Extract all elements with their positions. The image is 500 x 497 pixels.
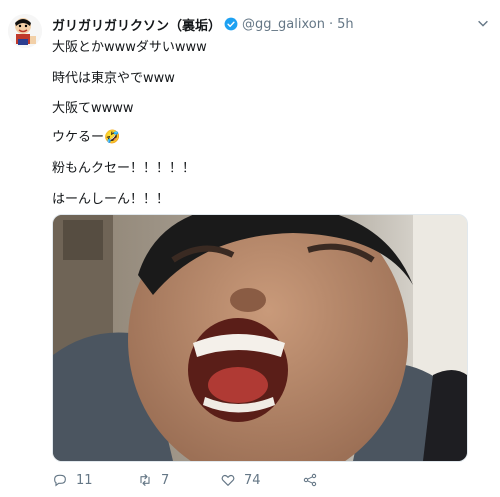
retweet-button[interactable]: 7 (137, 472, 169, 488)
like-button[interactable]: 74 (220, 472, 261, 488)
tweet-text-line-1: 大阪とかwwwダサいwww (52, 40, 207, 55)
tweet-text-line-4: ウケるー🤣 (52, 130, 121, 145)
verified-badge-icon (224, 17, 238, 31)
tweet-photo[interactable] (52, 214, 468, 462)
avatar-illustration (8, 14, 42, 48)
display-name[interactable]: ガリガリガリクソン（裏垢） (52, 15, 221, 34)
reply-button[interactable]: 11 (52, 472, 93, 488)
share-icon (303, 473, 317, 487)
handle[interactable]: @gg_galixon (242, 17, 325, 32)
tweet: ガリガリガリクソン（裏垢） @gg_galixon · 5h 大阪とかwwwダサ… (0, 0, 500, 497)
retweet-icon (140, 474, 150, 486)
tweet-text-line-6: はーんしーん！！！ (52, 192, 170, 207)
avatar[interactable] (8, 14, 42, 48)
photo-illustration (53, 215, 467, 461)
chevron-down-icon[interactable] (476, 16, 490, 30)
like-count: 74 (244, 472, 261, 488)
retweet-count: 7 (161, 472, 170, 488)
timestamp[interactable]: 5h (337, 17, 354, 32)
tweet-header: ガリガリガリクソン（裏垢） @gg_galixon · 5h (52, 14, 354, 34)
reply-icon (54, 474, 66, 487)
heart-icon (221, 474, 235, 486)
share-button[interactable] (302, 472, 326, 488)
tweet-text-line-5: 粉もんクセー！！！！！ (52, 161, 196, 176)
tweet-actions: 11 7 74 (52, 472, 472, 490)
tweet-text-line-3: 大阪てwwww (52, 101, 134, 116)
reply-count: 11 (76, 472, 93, 488)
separator-dot: · (328, 16, 334, 32)
tweet-text-line-2: 時代は東京やでwww (52, 71, 175, 86)
